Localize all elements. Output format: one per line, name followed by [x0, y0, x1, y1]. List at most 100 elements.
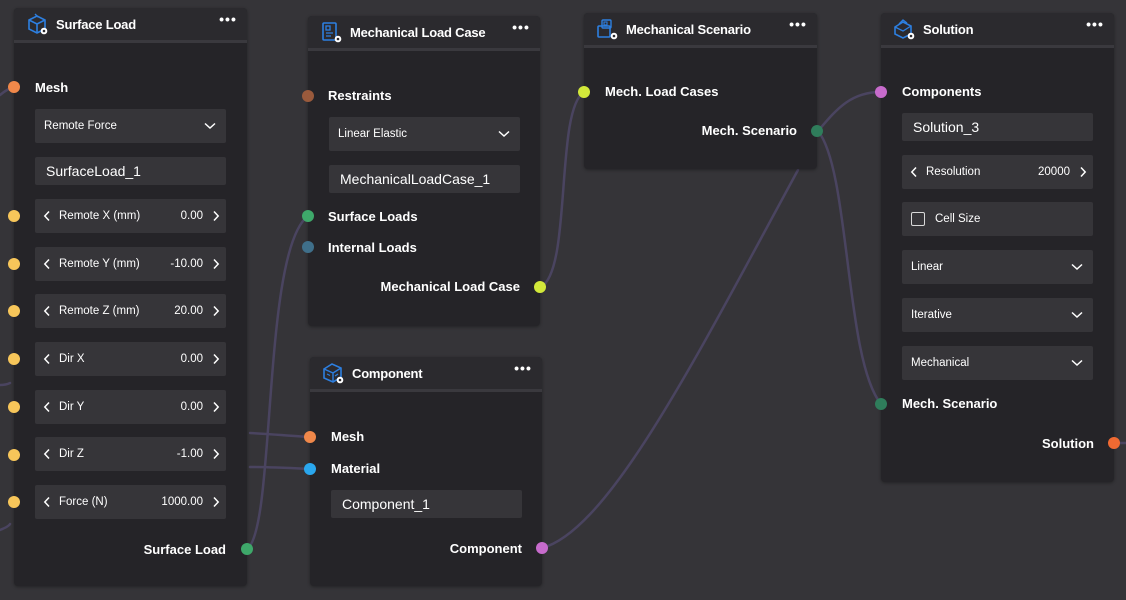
decrement-button[interactable] [40, 342, 54, 376]
increment-button[interactable] [209, 199, 223, 233]
component-mesh-input-port[interactable] [304, 431, 316, 443]
remote-y-stepper[interactable]: Remote Y (mm) -10.00 [35, 247, 226, 281]
scenario-header[interactable]: Mechanical Scenario ••• [584, 13, 817, 48]
node-menu-button[interactable]: ••• [217, 11, 239, 31]
node-title: Solution [923, 22, 974, 37]
resolution-stepper[interactable]: Resolution 20000 [902, 155, 1093, 189]
chevron-down-icon [204, 122, 216, 130]
components-label: Components [902, 84, 982, 99]
chevron-right-icon [213, 401, 220, 413]
remote-y-port[interactable] [8, 258, 20, 270]
decrement-button[interactable] [40, 247, 54, 281]
physics-type-dropdown[interactable]: Mechanical [902, 346, 1093, 380]
increment-button[interactable] [209, 294, 223, 328]
load-case-output-port[interactable] [534, 281, 546, 293]
chevron-down-icon [1071, 311, 1083, 319]
material-input-port[interactable] [304, 463, 316, 475]
surface-load-header[interactable]: Surface Load ••• [14, 8, 247, 43]
chevron-down-icon [1071, 263, 1083, 271]
node-menu-button[interactable]: ••• [510, 19, 532, 39]
mech-scenario-input-port[interactable] [875, 398, 887, 410]
node-menu-button[interactable]: ••• [787, 16, 809, 36]
force-port[interactable] [8, 496, 20, 508]
increment-button[interactable] [209, 390, 223, 424]
increment-button[interactable] [209, 247, 223, 281]
remote-z-stepper[interactable]: Remote Z (mm) 20.00 [35, 294, 226, 328]
component-output-port[interactable] [536, 542, 548, 554]
surface-load-name-input[interactable]: SurfaceLoad_1 [35, 157, 226, 185]
chevron-left-icon [43, 210, 50, 222]
remote-x-port[interactable] [8, 210, 20, 222]
components-input-port[interactable] [875, 86, 887, 98]
surface-load-output-port[interactable] [241, 543, 253, 555]
chevron-left-icon [43, 448, 50, 460]
increment-button[interactable] [1076, 155, 1090, 189]
stepper-value: 1000.00 [161, 496, 203, 508]
cell-size-toggle[interactable]: Cell Size [902, 202, 1093, 236]
mechanical-load-case-node[interactable]: Mechanical Load Case ••• Restraints Line… [302, 16, 546, 326]
node-menu-button[interactable]: ••• [1084, 16, 1106, 36]
component-node[interactable]: Component ••• Mesh Material Component_1 … [304, 357, 548, 586]
chevron-right-icon [213, 496, 220, 508]
solution-output-port[interactable] [1108, 437, 1120, 449]
force-stepper[interactable]: Force (N) 1000.00 [35, 485, 226, 519]
dropdown-value: Linear [911, 261, 943, 273]
wire-to-component-material [248, 465, 312, 471]
mesh-input-port[interactable] [8, 81, 20, 93]
chevron-left-icon [910, 166, 917, 178]
load-cases-input-port[interactable] [578, 86, 590, 98]
decrement-button[interactable] [40, 390, 54, 424]
stepper-value: 0.00 [180, 353, 203, 365]
load-case-name-input[interactable]: MechanicalLoadCase_1 [329, 165, 520, 193]
chevron-left-icon [43, 258, 50, 270]
node-title: Component [352, 366, 423, 381]
solver-method-dropdown[interactable]: Iterative [902, 298, 1093, 332]
chevron-left-icon [43, 496, 50, 508]
component-name-input[interactable]: Component_1 [331, 490, 522, 518]
decrement-button[interactable] [40, 485, 54, 519]
load-case-header[interactable]: Mechanical Load Case ••• [308, 16, 540, 51]
wire-left-offscreen-1 [0, 381, 12, 387]
dropdown-value: Linear Elastic [338, 128, 408, 140]
dir-z-port[interactable] [8, 449, 20, 461]
surface-load-node[interactable]: Surface Load ••• Mesh Remote Force Surfa… [8, 8, 253, 586]
decrement-button[interactable] [907, 155, 921, 189]
internal-loads-input-port[interactable] [302, 241, 314, 253]
surface-load-output-label: Surface Load [143, 542, 226, 557]
cell-size-checkbox[interactable] [911, 212, 925, 226]
decrement-button[interactable] [40, 437, 54, 471]
decrement-button[interactable] [40, 294, 54, 328]
chevron-right-icon [1080, 166, 1087, 178]
wire-loadcase-to-scenario [539, 90, 586, 289]
remote-x-stepper[interactable]: Remote X (mm) 0.00 [35, 199, 226, 233]
mechanical-scenario-node[interactable]: Mechanical Scenario ••• Mech. Load Cases… [578, 13, 823, 169]
restraints-input-port[interactable] [302, 90, 314, 102]
node-title: Mechanical Scenario [626, 22, 751, 37]
increment-button[interactable] [209, 485, 223, 519]
dir-x-stepper[interactable]: Dir X 0.00 [35, 342, 226, 376]
stepper-value: 0.00 [180, 401, 203, 413]
cube-gear-icon [321, 361, 345, 385]
increment-button[interactable] [209, 437, 223, 471]
scenario-output-port[interactable] [811, 125, 823, 137]
chevron-left-icon [43, 353, 50, 365]
solution-node[interactable]: Solution ••• Components Solution_3 Resol… [875, 13, 1120, 482]
increment-button[interactable] [209, 342, 223, 376]
solution-header[interactable]: Solution ••• [881, 13, 1114, 48]
dir-x-port[interactable] [8, 353, 20, 365]
remote-z-port[interactable] [8, 305, 20, 317]
internal-loads-label: Internal Loads [328, 240, 417, 255]
chevron-right-icon [213, 258, 220, 270]
solution-name-input[interactable]: Solution_3 [902, 113, 1093, 141]
dir-y-stepper[interactable]: Dir Y 0.00 [35, 390, 226, 424]
decrement-button[interactable] [40, 199, 54, 233]
load-cases-label: Mech. Load Cases [605, 84, 719, 99]
component-header[interactable]: Component ••• [310, 357, 542, 392]
dir-y-port[interactable] [8, 401, 20, 413]
load-type-dropdown[interactable]: Remote Force [35, 109, 226, 143]
dir-z-stepper[interactable]: Dir Z -1.00 [35, 437, 226, 471]
surface-loads-input-port[interactable] [302, 210, 314, 222]
node-menu-button[interactable]: ••• [512, 360, 534, 380]
solver-type-dropdown[interactable]: Linear [902, 250, 1093, 284]
analysis-type-dropdown[interactable]: Linear Elastic [329, 117, 520, 151]
